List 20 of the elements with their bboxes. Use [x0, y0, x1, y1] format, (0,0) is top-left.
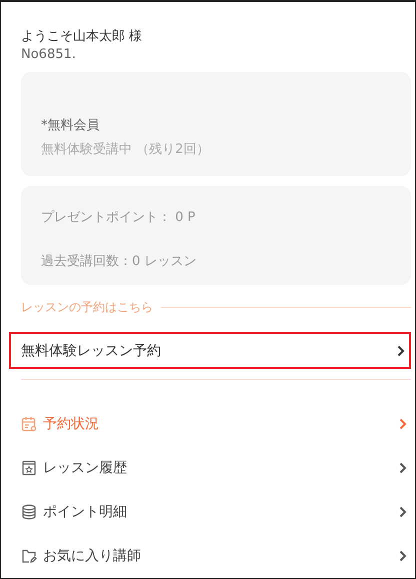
star-document-icon: [21, 460, 37, 476]
chevron-right-icon: [399, 550, 407, 562]
chevron-right-icon: [399, 462, 407, 474]
welcome-text: ようこそ山本太郎 様: [21, 28, 144, 45]
membership-status: 無料体験受講中 （残り2回）: [41, 141, 210, 158]
present-points: プレゼントポイント： 0 P: [41, 208, 196, 226]
menu-item[interactable]: ポイント明細: [21, 490, 411, 534]
member-number: No6851.: [21, 47, 77, 62]
lesson-count: 過去受講回数：0 レッスン: [41, 252, 198, 270]
coins-icon: [21, 504, 37, 520]
chevron-right-icon: [397, 344, 405, 357]
chevron-right-icon: [399, 418, 407, 430]
calendar-icon: [21, 416, 37, 432]
section-heading: レッスンの予約はこちら: [21, 298, 153, 316]
folder-pen-icon: [21, 548, 37, 564]
menu-item[interactable]: レッスン履歴: [21, 446, 411, 490]
membership-type: *無料会員: [41, 117, 100, 134]
menu-item[interactable]: お気に入り講師: [21, 534, 411, 578]
chevron-right-icon: [399, 506, 407, 518]
free-trial-booking-item[interactable]: 無料体験レッスン予約: [9, 332, 411, 370]
